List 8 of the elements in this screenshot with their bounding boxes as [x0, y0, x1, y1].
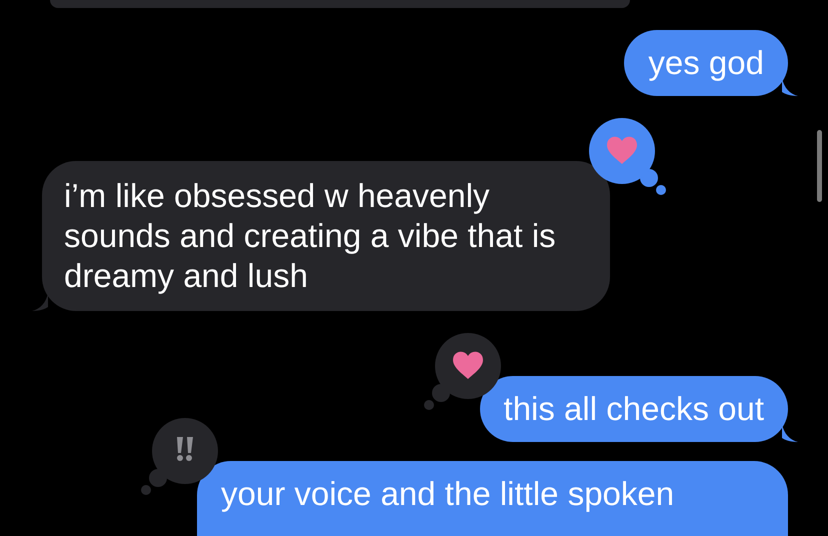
exclamation-icon — [177, 437, 193, 461]
heart-icon — [607, 136, 637, 164]
reaction-badge[interactable] — [141, 418, 218, 495]
bubble-tail — [782, 78, 798, 96]
bubble-tail — [782, 424, 798, 442]
bubble-tail — [32, 293, 48, 311]
heart-icon — [452, 352, 483, 379]
scroll-bar[interactable] — [817, 130, 822, 202]
